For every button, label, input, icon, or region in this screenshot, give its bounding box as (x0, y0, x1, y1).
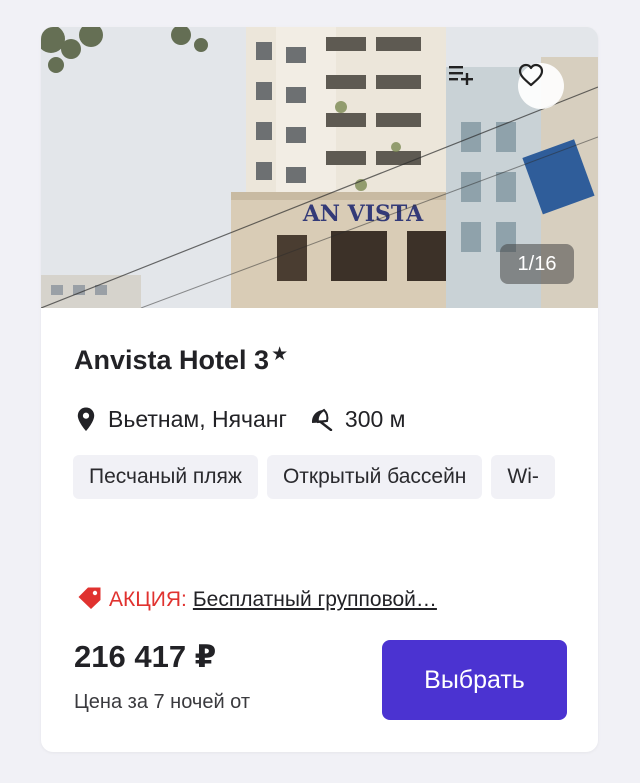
beach-umbrella-icon (309, 407, 335, 431)
photo-counter: 1/16 (500, 244, 574, 284)
location-pin-icon (77, 407, 95, 432)
amenity-tag: Wi- (491, 455, 555, 499)
star-rating: ★ (271, 344, 289, 365)
hotel-title[interactable]: Anvista Hotel 3 ★ (74, 343, 288, 376)
promo-link[interactable]: Бесплатный групповой… (193, 588, 437, 612)
price-tag-icon (77, 585, 103, 615)
amenity-tag: Песчаный пляж (73, 455, 258, 499)
hotel-name: Anvista Hotel 3 (74, 345, 270, 375)
favorite-button[interactable] (518, 63, 564, 109)
heart-icon (518, 63, 544, 87)
amenity-tags: Песчаный пляж Открытый бассейн Wi- (73, 455, 555, 499)
hotel-card[interactable]: AN VISTA 1/16 Anvista Hotel 3 ★ Вьетнам,… (41, 27, 598, 752)
location-text: Вьетнам, Нячанг (108, 405, 287, 432)
promo-label: АКЦИЯ: (109, 588, 187, 611)
location-row: Вьетнам, Нячанг 300 м (77, 402, 405, 436)
add-to-list-button[interactable] (448, 63, 494, 109)
price-amount: 216 417 ₽ (74, 639, 217, 674)
beach-distance: 300 м (344, 405, 406, 432)
price-note: Цена за 7 ночей от (74, 691, 251, 713)
promo-row: АКЦИЯ: Бесплатный групповой… (77, 585, 437, 615)
select-button[interactable]: Выбрать (382, 640, 567, 720)
hotel-photo[interactable]: AN VISTA 1/16 (41, 27, 598, 308)
hotel-sign: AN VISTA (302, 201, 424, 227)
playlist-add-icon (449, 66, 473, 85)
amenity-tag: Открытый бассейн (266, 455, 483, 499)
